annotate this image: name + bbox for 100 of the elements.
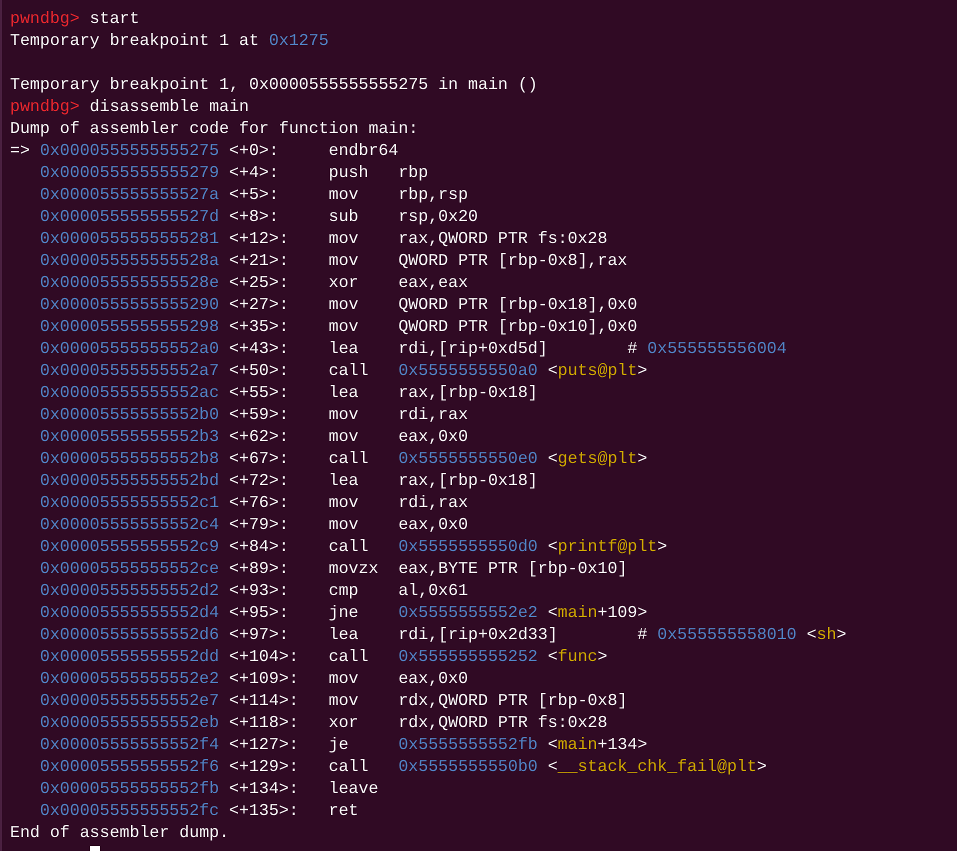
address-text: 0x00005555555552c1 (40, 493, 220, 512)
address-text: 0x5555555550d0 (398, 536, 538, 558)
address-text: 0x555555556004 (647, 338, 787, 360)
mnemonic-text: mov (328, 515, 358, 534)
offset-text: <+76>: (229, 493, 289, 512)
offset-text: <+118>: (229, 713, 299, 732)
offset-text: <+134>: (229, 779, 299, 798)
mnemonic-text: mov (328, 493, 358, 512)
address-text: 0x00005555555552fb (40, 779, 220, 798)
operand-text: eax,eax (398, 272, 468, 294)
mnemonic-text: mov (328, 691, 358, 710)
address-text: 0x000055555555527a (40, 185, 220, 204)
operand-text: < (548, 734, 558, 756)
operand-text: < (806, 624, 817, 646)
offset-text: <+43>: (229, 339, 289, 358)
operand-text: eax,0x0 (398, 514, 468, 536)
mnemonic-text: endbr64 (328, 141, 398, 160)
output-text: Dump of assembler code for function main: (10, 118, 418, 140)
offset-text: <+8>: (229, 207, 279, 226)
mnemonic-text: mov (328, 427, 358, 446)
offset-text: <+5>: (229, 185, 279, 204)
offset-text: <+84>: (229, 537, 289, 556)
mnemonic-text: lea (328, 471, 358, 490)
operand-text: rdi,rax (398, 492, 468, 514)
operand-text: eax,0x0 (398, 668, 468, 690)
address-text: 0x000055555555528a (40, 251, 220, 270)
offset-text: <+104>: (229, 647, 299, 666)
mnemonic-text: lea (328, 339, 358, 358)
mnemonic-text: call (328, 361, 368, 380)
address-text: 0x000055555555528e (40, 273, 220, 292)
operand-text: rax,QWORD PTR fs:0x28 (398, 228, 608, 250)
operand-text: rdx,QWORD PTR [rbp-0x8] (398, 690, 628, 712)
address-text: 0x00005555555552ce (40, 559, 220, 578)
operand-text: QWORD PTR [rbp-0x8],rax (398, 250, 628, 272)
offset-text: <+59>: (229, 405, 289, 424)
address-text: 0x1275 (268, 30, 329, 52)
operand-text: > (598, 646, 608, 668)
command-text: disassemble main (90, 96, 249, 118)
offset-text: <+0>: (229, 141, 279, 160)
offset-text: <+4>: (229, 163, 279, 182)
address-text: 0x00005555555552fc (40, 801, 220, 820)
address-text: 0x00005555555552e2 (40, 669, 220, 688)
address-text: 0x5555555552fb (398, 734, 538, 756)
operand-text: > (637, 448, 648, 470)
symbol-text: main (558, 602, 598, 624)
offset-text: <+89>: (229, 559, 289, 578)
output-text: End of assembler dump. (10, 822, 230, 844)
mnemonic-text: cmp (328, 581, 358, 600)
address-text: 0x0000555555555281 (40, 229, 220, 248)
mnemonic-text: mov (328, 669, 358, 688)
offset-text: <+129>: (229, 757, 299, 776)
address-text: 0x555555558010 (657, 624, 797, 646)
offset-text: <+79>: (229, 515, 289, 534)
operand-text: # (637, 624, 648, 646)
operand-text: rbp,rsp (398, 184, 468, 206)
operand-text: +134> (598, 734, 648, 756)
output-text: Temporary breakpoint 1 at (10, 30, 260, 52)
mnemonic-text: mov (328, 251, 358, 270)
offset-text: <+135>: (229, 801, 299, 820)
mnemonic-text: leave (328, 779, 378, 798)
operand-text: > (756, 756, 767, 778)
symbol-text: gets@plt (558, 448, 638, 470)
operand-text: rdi,rax (398, 404, 468, 426)
operand-text: < (548, 360, 558, 382)
offset-text: <+97>: (229, 625, 289, 644)
address-text: 0x555555555252 (398, 646, 538, 668)
mnemonic-text: push (328, 163, 368, 182)
offset-text: <+27>: (229, 295, 289, 314)
operand-text: # (627, 338, 638, 360)
address-text: 0x00005555555552c4 (40, 515, 220, 534)
offset-text: <+93>: (229, 581, 289, 600)
address-text: 0x00005555555552f4 (40, 735, 220, 754)
address-text: 0x5555555550a0 (398, 360, 538, 382)
operand-text: QWORD PTR [rbp-0x18],0x0 (398, 294, 638, 316)
operand-text: al,0x61 (398, 580, 468, 602)
mnemonic-text: mov (328, 317, 358, 336)
operand-text: > (657, 536, 668, 558)
offset-text: <+12>: (229, 229, 289, 248)
mnemonic-text: call (328, 449, 368, 468)
operand-text: < (548, 602, 558, 624)
offset-text: <+72>: (229, 471, 289, 490)
mnemonic-text: mov (328, 185, 358, 204)
operand-text: rax,[rbp-0x18] (398, 470, 538, 492)
offset-text: <+35>: (229, 317, 289, 336)
symbol-text: printf@plt (558, 536, 658, 558)
offset-text: <+62>: (229, 427, 289, 446)
mnemonic-text: lea (328, 383, 358, 402)
offset-text: <+109>: (229, 669, 299, 688)
mnemonic-text: je (328, 735, 349, 754)
operand-text: < (548, 448, 558, 470)
address-text: 0x00005555555552d6 (40, 625, 220, 644)
address-text: 0x5555555552e2 (398, 602, 538, 624)
address-text: 0x00005555555552d4 (40, 603, 220, 622)
offset-text: <+21>: (229, 251, 289, 270)
offset-text: <+50>: (229, 361, 289, 380)
symbol-text: sh (816, 624, 836, 646)
shell-prompt: pwndbg> (10, 96, 80, 118)
operand-text: rsp,0x20 (398, 206, 478, 228)
address-text: 0x00005555555552b8 (40, 449, 220, 468)
mnemonic-text: movzx (328, 559, 378, 578)
